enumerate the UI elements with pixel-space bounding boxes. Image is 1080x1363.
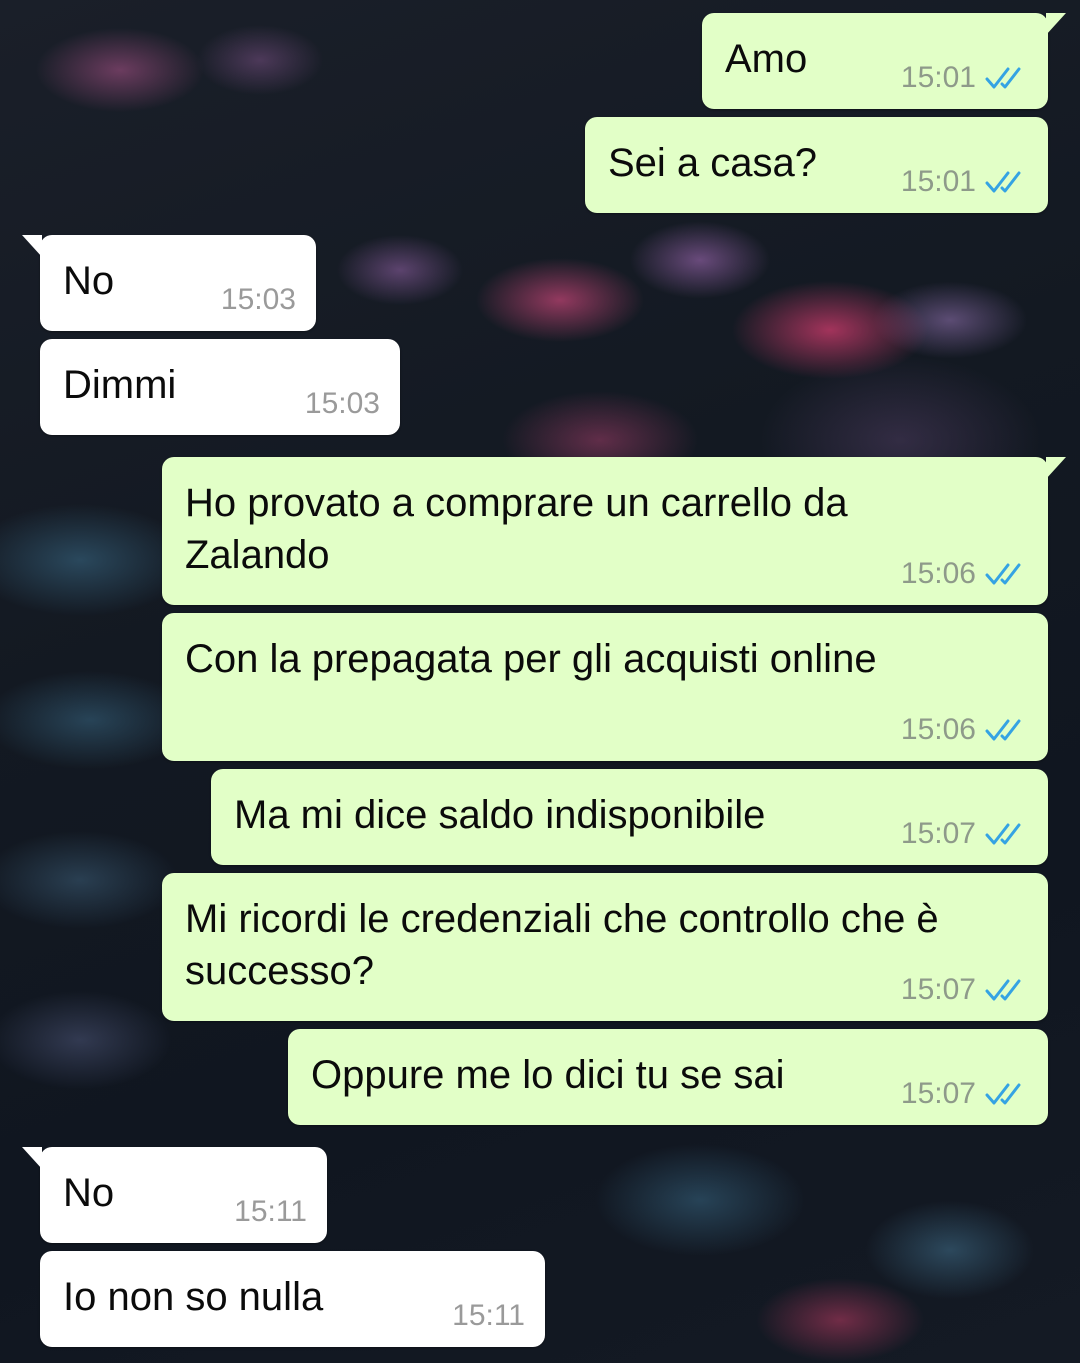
message-text: No xyxy=(63,1171,115,1215)
message-time: 15:07 xyxy=(900,817,976,850)
message-meta: 15:11 xyxy=(234,1195,307,1229)
message-meta: 15:03 xyxy=(305,387,380,421)
message-time: 15:07 xyxy=(900,1077,976,1110)
double-check-icon xyxy=(985,563,1021,585)
message-bubble-outgoing[interactable]: Mi ricordi le credenziali che controllo … xyxy=(162,873,1048,1021)
message-bubble-outgoing[interactable]: Ma mi dice saldo indisponibile 15:07 xyxy=(211,769,1048,865)
double-check-icon xyxy=(985,823,1021,845)
message-bubble-outgoing[interactable]: Con la prepagata per gli acquisti online… xyxy=(162,613,1048,761)
message-time: 15:06 xyxy=(900,713,976,746)
message-bubble-outgoing[interactable]: Ho provato a comprare un carrello da Zal… xyxy=(162,457,1066,605)
message-text: Mi ricordi le credenziali che controllo … xyxy=(185,897,939,993)
message-time: 15:11 xyxy=(234,1195,307,1228)
message-text: Con la prepagata per gli acquisti online xyxy=(185,637,877,681)
message-bubble-outgoing[interactable]: Oppure me lo dici tu se sai 15:07 xyxy=(288,1029,1048,1125)
message-time: 15:07 xyxy=(900,973,976,1006)
message-time: 15:06 xyxy=(900,557,976,590)
double-check-icon xyxy=(985,719,1021,741)
message-bubble-incoming[interactable]: No 15:03 xyxy=(22,235,316,331)
message-time: 15:01 xyxy=(900,165,976,198)
message-time: 15:01 xyxy=(900,61,976,94)
message-bubble-incoming[interactable]: Io non so nulla 15:11 xyxy=(40,1251,545,1347)
message-text: Amo xyxy=(725,37,808,81)
message-meta: 15:11 xyxy=(452,1299,525,1333)
double-check-icon xyxy=(985,67,1021,89)
message-meta: 15:07 xyxy=(901,817,1028,851)
message-meta: 15:03 xyxy=(221,283,296,317)
message-text: Io non so nulla xyxy=(63,1275,324,1319)
message-time: 15:03 xyxy=(304,387,380,420)
message-meta: 15:06 xyxy=(901,557,1028,591)
message-text: Ma mi dice saldo indisponibile xyxy=(234,793,766,837)
message-meta: 15:06 xyxy=(901,713,1028,747)
message-bubble-incoming[interactable]: No 15:11 xyxy=(22,1147,327,1243)
double-check-icon xyxy=(985,1083,1021,1105)
double-check-icon xyxy=(985,171,1021,193)
message-text: Ho provato a comprare un carrello da Zal… xyxy=(185,481,848,577)
message-text: Sei a casa? xyxy=(608,141,818,185)
message-text: Oppure me lo dici tu se sai xyxy=(311,1053,785,1097)
message-text: Dimmi xyxy=(63,363,177,407)
message-meta: 15:01 xyxy=(901,61,1028,95)
message-meta: 15:07 xyxy=(901,973,1028,1007)
message-meta: 15:07 xyxy=(901,1077,1028,1111)
message-text: No xyxy=(63,259,115,303)
message-time: 15:11 xyxy=(452,1299,525,1332)
message-time: 15:03 xyxy=(220,283,296,316)
double-check-icon xyxy=(985,979,1021,1001)
message-bubble-outgoing[interactable]: Sei a casa? 15:01 xyxy=(585,117,1048,213)
message-bubble-outgoing[interactable]: Amo 15:01 xyxy=(702,13,1066,109)
message-bubble-incoming[interactable]: Dimmi 15:03 xyxy=(40,339,400,435)
message-meta: 15:01 xyxy=(901,165,1028,199)
